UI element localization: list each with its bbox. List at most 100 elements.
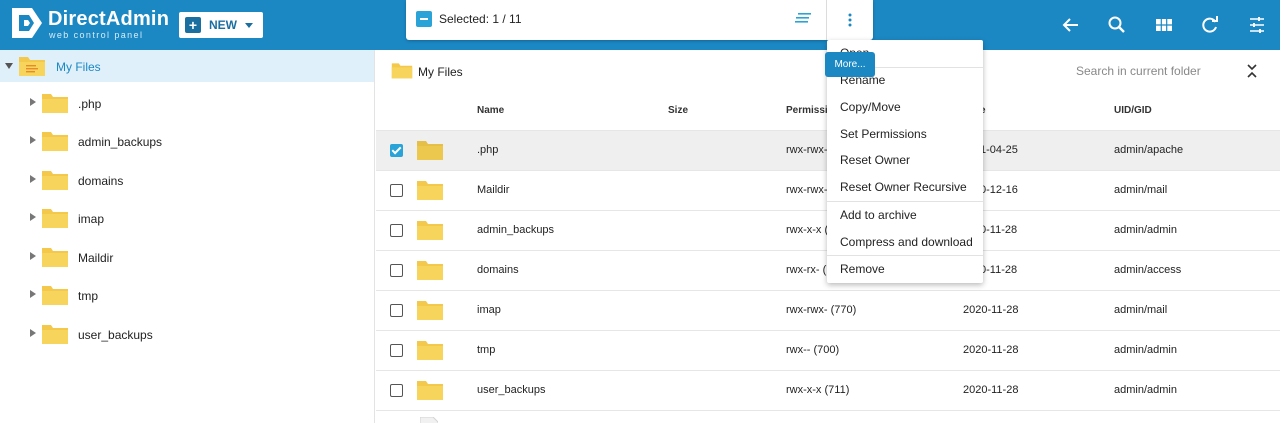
sidebar-tree: My Files .php admin_backups domains imap…: [0, 50, 375, 423]
selection-bar: Selected: 1 / 11: [406, 0, 873, 40]
directadmin-logo-icon: [12, 8, 42, 38]
logo-title: DirectAdmin: [48, 8, 170, 30]
folder-icon: [417, 221, 443, 240]
file-icon: [420, 417, 438, 423]
caret-right-icon: [30, 252, 36, 260]
row-checkbox[interactable]: [390, 224, 403, 237]
refresh-icon[interactable]: [1200, 15, 1220, 35]
column-header-permissions[interactable]: Permissi: [786, 105, 828, 116]
row-checkbox[interactable]: [390, 304, 403, 317]
tree-item-label: user_backups: [78, 328, 153, 342]
row-name: admin_backups: [477, 224, 555, 236]
row-name: domains: [477, 264, 519, 276]
tree-item-label: .php: [78, 97, 102, 111]
settings-sliders-icon[interactable]: [1247, 15, 1267, 35]
new-button-label: NEW: [209, 18, 237, 32]
collapse-icon[interactable]: [1244, 63, 1260, 79]
row-uid-gid: admin/apache: [1114, 144, 1184, 156]
folder-icon: [391, 63, 413, 79]
table-row[interactable]: [376, 410, 1280, 423]
row-date: 2020-11-28: [963, 344, 1019, 356]
folder-icon: [417, 381, 443, 400]
column-header-size[interactable]: Size: [668, 105, 688, 116]
row-checkbox[interactable]: [390, 144, 403, 157]
new-button[interactable]: + NEW: [179, 12, 263, 38]
row-uid-gid: admin/admin: [1114, 344, 1177, 356]
text-lines-icon[interactable]: [795, 13, 811, 25]
row-permissions: rwx-x-x (: [786, 224, 829, 236]
row-checkbox[interactable]: [390, 264, 403, 277]
row-date: 2020-11-28: [963, 384, 1019, 396]
caret-down-icon: [245, 22, 253, 28]
caret-right-icon: [30, 213, 36, 221]
deselect-all-checkbox[interactable]: [416, 11, 432, 27]
row-date: 0-11-28: [980, 264, 1018, 276]
row-permissions: rwx-rwx-: [786, 144, 828, 156]
folder-icon: [42, 248, 68, 267]
row-date: 0-12-16: [980, 184, 1018, 196]
logo[interactable]: DirectAdmin web control panel: [10, 4, 169, 46]
more-tooltip: More...: [825, 52, 875, 77]
row-permissions: rwx-x-x (711): [786, 384, 850, 396]
tree-root-my-files[interactable]: My Files: [0, 50, 374, 82]
tree-item-user-backups[interactable]: user_backups: [0, 317, 374, 351]
tree-item-domains[interactable]: domains: [0, 163, 374, 197]
tree-item-label: imap: [78, 212, 105, 226]
folder-icon: [42, 132, 68, 151]
menu-item-copy-move[interactable]: Copy/Move: [827, 94, 983, 120]
menu-item-remove[interactable]: Remove: [827, 256, 983, 282]
row-uid-gid: admin/admin: [1114, 384, 1177, 396]
grid-view-icon[interactable]: [1154, 15, 1174, 35]
row-name: .php: [477, 144, 499, 156]
tree-item-admin-backups[interactable]: admin_backups: [0, 124, 374, 158]
folder-icon: [42, 209, 68, 228]
search-input[interactable]: [1076, 61, 1236, 81]
folder-icon: [42, 325, 68, 344]
breadcrumb[interactable]: My Files: [418, 65, 463, 79]
row-name: Maildir: [477, 184, 510, 196]
row-name: user_backups: [477, 384, 546, 396]
column-header-name[interactable]: Name: [477, 105, 504, 116]
folder-icon: [42, 286, 68, 305]
row-checkbox[interactable]: [390, 384, 403, 397]
menu-item-compress-and-download[interactable]: Compress and download: [827, 229, 983, 255]
row-checkbox[interactable]: [390, 184, 403, 197]
caret-right-icon: [30, 136, 36, 144]
tree-item-tmp[interactable]: tmp: [0, 278, 374, 312]
tree-item-maildir[interactable]: Maildir: [0, 240, 374, 274]
plus-icon: +: [185, 17, 201, 33]
folder-icon: [417, 141, 443, 160]
menu-item-reset-owner-recursive[interactable]: Reset Owner Recursive: [827, 174, 983, 200]
table-row[interactable]: imap rwx-rwx- (770) 2020-11-28 admin/mai…: [376, 290, 1280, 330]
menu-item-set-permissions[interactable]: Set Permissions: [827, 121, 983, 147]
folder-icon: [417, 181, 443, 200]
row-date: 2020-11-28: [963, 304, 1019, 316]
tree-item-php[interactable]: .php: [0, 86, 374, 120]
menu-item-add-to-archive[interactable]: Add to archive: [827, 202, 983, 228]
tree-item-imap[interactable]: imap: [0, 201, 374, 235]
logo-subtitle: web control panel: [49, 30, 144, 40]
row-uid-gid: admin/mail: [1114, 304, 1168, 316]
row-permissions: rwx-- (700): [786, 344, 840, 356]
table-row[interactable]: user_backups rwx-x-x (711) 2020-11-28 ad…: [376, 370, 1280, 410]
column-header-uid-gid[interactable]: UID/GID: [1114, 105, 1152, 116]
row-uid-gid: admin/admin: [1114, 224, 1177, 236]
row-name: imap: [477, 304, 501, 316]
search-icon[interactable]: [1107, 15, 1127, 35]
tree-root-label: My Files: [56, 60, 101, 74]
row-name: tmp: [477, 344, 496, 356]
row-uid-gid: admin/mail: [1114, 184, 1168, 196]
back-arrow-icon[interactable]: [1061, 15, 1081, 35]
menu-item-reset-owner[interactable]: Reset Owner: [827, 147, 983, 173]
vertical-dots-icon: [848, 13, 852, 27]
selection-count: Selected: 1 / 11: [439, 12, 522, 26]
caret-right-icon: [30, 98, 36, 106]
tree-item-label: domains: [78, 174, 124, 188]
table-row[interactable]: tmp rwx-- (700) 2020-11-28 admin/admin: [376, 330, 1280, 370]
row-checkbox[interactable]: [390, 344, 403, 357]
row-date: 1-04-25: [980, 144, 1018, 156]
row-permissions: rwx-rx- (7: [786, 264, 833, 276]
more-actions-button[interactable]: [827, 0, 873, 40]
tree-item-label: Maildir: [78, 251, 114, 265]
caret-right-icon: [30, 329, 36, 337]
